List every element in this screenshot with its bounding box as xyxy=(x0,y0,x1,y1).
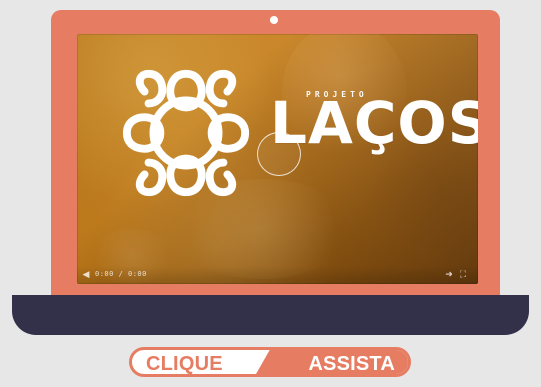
laptop-base xyxy=(12,295,529,335)
cta-left-label: CLIQUE xyxy=(146,353,223,375)
video-controls: ◀ 0:00 / 0:00 ➜ ⛶ xyxy=(77,266,478,284)
cta-button[interactable]: CLIQUE ASSISTA xyxy=(129,347,411,377)
cta-pill[interactable]: CLIQUE ASSISTA xyxy=(129,347,411,377)
video-player[interactable]: PROJETO LAÇOS ◀ 0:00 / 0:00 ➜ ⛶ xyxy=(77,34,478,284)
play-circle-icon[interactable] xyxy=(257,132,301,176)
cta-right-label: ASSISTA xyxy=(308,353,395,375)
volume-icon[interactable]: ◀ xyxy=(81,270,91,280)
camera-dot xyxy=(270,16,278,24)
fullscreen-icon[interactable]: ⛶ xyxy=(458,270,468,280)
knot-logo-icon xyxy=(122,69,250,197)
video-time: 0:00 / 0:00 xyxy=(95,270,147,278)
volume-icon[interactable]: ➜ xyxy=(444,270,454,280)
laptop-stage: PROJETO LAÇOS ◀ 0:00 / 0:00 ➜ ⛶ CLIQUE A… xyxy=(0,0,541,387)
brand-title: LAÇOS xyxy=(270,89,478,157)
